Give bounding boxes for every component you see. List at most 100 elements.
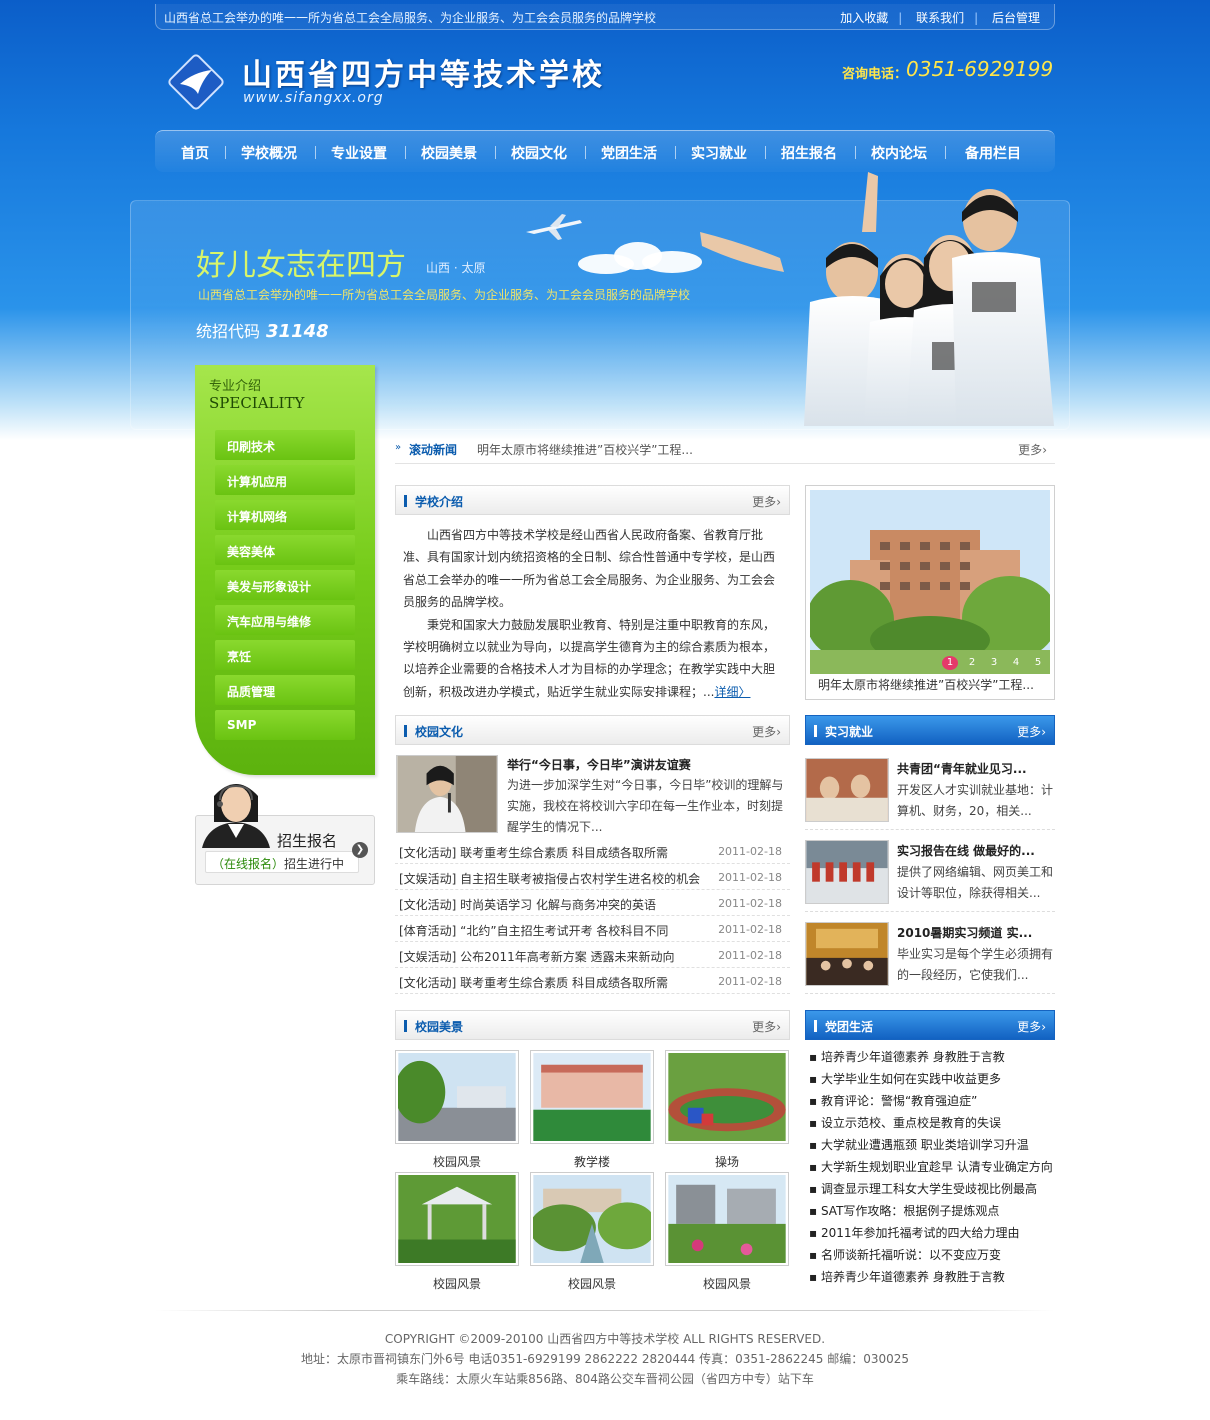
intern-photo[interactable] <box>805 840 889 904</box>
culture-header: 校园文化 更多› <box>395 715 790 745</box>
speech-photo[interactable] <box>396 755 498 833</box>
gallery-photo[interactable] <box>530 1050 654 1144</box>
intern-more-link[interactable]: 更多› <box>1017 723 1046 740</box>
intro-paragraph-1: 山西省四方中等技术学校是经山西省人民政府备案、省教育厅批准、具有国家计划内统招资… <box>403 528 776 610</box>
scenery-header: 校园美景 更多› <box>395 1010 790 1040</box>
nav-home[interactable]: 首页 <box>181 143 209 163</box>
ticker-more-link[interactable]: 更多› <box>1018 441 1047 458</box>
photo-slider: 12345 明年太原市将继续推进”百校兴学”工程... <box>805 485 1055 700</box>
nav-enroll[interactable]: 招生报名 <box>781 143 837 163</box>
speciality-item-beauty[interactable]: 美容美体 <box>215 535 355 565</box>
gallery-photo[interactable] <box>395 1172 519 1266</box>
list-item[interactable]: ▪ 2011年参加托福考试的四大给力理由 <box>809 1222 1055 1244</box>
news-row[interactable]: [文化活动] 时尚英语学习 化解与商务冲突的英语 2011-02-18 <box>395 890 790 916</box>
admin-link[interactable]: 后台管理 <box>992 11 1040 25</box>
gallery-photo[interactable] <box>665 1172 789 1266</box>
list-item[interactable]: ▪ 培养青少年道德素养 身教胜于言教 <box>809 1046 1055 1068</box>
list-item[interactable]: ▪ SAT写作攻略：根据例子提炼观点 <box>809 1200 1055 1222</box>
speciality-title-en: SPECIALITY <box>209 394 305 412</box>
list-item[interactable]: ▪ 大学就业遭遇瓶颈 职业类培训学习升温 <box>809 1134 1055 1156</box>
speciality-item-printing[interactable]: 印刷技术 <box>215 430 355 460</box>
news-row[interactable]: [文娱活动] 公布2011年高考新方案 透露未来新动向 2011-02-18 <box>395 942 790 968</box>
list-item[interactable]: ▪ 调查显示理工科女大学生受歧视比例最高 <box>809 1178 1055 1200</box>
gallery-item[interactable]: 校园风景 <box>394 1050 519 1170</box>
ticker-label: 滚动新闻 <box>409 443 458 457</box>
nav-culture[interactable]: 校园文化 <box>511 143 567 163</box>
speciality-item-smp[interactable]: SMP <box>215 710 355 740</box>
top-links: 加入收藏 | 联系我们 | 后台管理 <box>840 11 1040 25</box>
speciality-item-computer-app[interactable]: 计算机应用 <box>215 465 355 495</box>
news-row[interactable]: [体育活动] “北约”自主招生考试开考 各校科目不同 2011-02-18 <box>395 916 790 942</box>
nav-majors[interactable]: 专业设置 <box>331 143 387 163</box>
enroll-subtitle[interactable]: （在线报名）招生进行中 <box>205 851 359 873</box>
list-item[interactable]: ▪ 名师谈新托福听说：以不变应万变 <box>809 1244 1055 1266</box>
nav-internship[interactable]: 实习就业 <box>691 143 747 163</box>
speciality-item-computer-network[interactable]: 计算机网络 <box>215 500 355 530</box>
add-favorite-link[interactable]: 加入收藏 <box>840 11 888 25</box>
gallery-photo[interactable] <box>665 1050 789 1144</box>
intern-photo[interactable] <box>805 758 889 822</box>
gallery-item[interactable]: 校园风景 <box>529 1172 657 1292</box>
party-more-link[interactable]: 更多› <box>1017 1018 1046 1035</box>
news-row[interactable]: [文化活动] 联考重考生综合素质 科目成绩各取所需 2011-02-18 <box>395 838 790 864</box>
footer-copyright: COPYRIGHT ©2009-20100 山西省四方中等技术学校 ALL RI… <box>384 1332 826 1346</box>
speciality-item-cooking[interactable]: 烹饪 <box>215 640 355 670</box>
phone-number: 0351-6929199 <box>906 57 1054 81</box>
online-enroll-link[interactable]: （在线报名） <box>212 857 284 871</box>
speciality-item-auto-repair[interactable]: 汽车应用与维修 <box>215 605 355 635</box>
nav-scenery[interactable]: 校园美景 <box>421 143 477 163</box>
intro-title: 学校介绍 <box>415 495 464 509</box>
slide-3-dot[interactable]: 3 <box>986 656 1002 670</box>
intro-detail-link[interactable]: 详细〉 <box>714 685 750 699</box>
slide-1-dot[interactable]: 1 <box>942 656 958 670</box>
list-item[interactable]: ▪ 培养青少年道德素养 身教胜于言教 <box>809 1266 1055 1288</box>
scenery-title: 校园美景 <box>415 1020 464 1034</box>
school-url: www.sifangxx.org <box>243 90 384 106</box>
nav-forum[interactable]: 校内论坛 <box>871 143 927 163</box>
gallery-photo[interactable] <box>394 1050 519 1144</box>
contact-us-link[interactable]: 联系我们 <box>916 11 964 25</box>
intern-title: 实习就业 <box>825 725 874 739</box>
gallery-item[interactable]: 操场 <box>665 1050 789 1170</box>
news-row[interactable]: [文娱活动] 自主招生联考被指侵占农村学生进名校的机会 2011-02-18 <box>395 864 790 890</box>
arrow-right-icon[interactable]: ❯ <box>352 842 368 858</box>
nav-spare[interactable]: 备用栏目 <box>965 143 1021 163</box>
campus-building-photo[interactable] <box>810 490 1050 674</box>
culture-title: 校园文化 <box>415 725 464 739</box>
airplane-icon <box>526 214 582 240</box>
culture-feature-title[interactable]: 举行“今日事，今日毕”演讲友谊赛 <box>507 756 691 773</box>
party-list: ▪ 培养青少年道德素养 身教胜于言教 ▪ 大学毕业生如何在实践中收益更多 ▪ 教… <box>809 1046 1055 1288</box>
gallery-item[interactable]: 校园风景 <box>395 1172 519 1292</box>
speciality-item-hairdressing[interactable]: 美发与形象设计 <box>215 570 355 600</box>
list-item[interactable]: ▪ 教育评论：警惕“教育强迫症” <box>809 1090 1055 1112</box>
list-item[interactable]: ▪ 大学新生规划职业宜趁早 认清专业确定方向 <box>809 1156 1055 1178</box>
gallery-photo[interactable] <box>529 1172 657 1266</box>
nav-party[interactable]: 党团生活 <box>601 143 657 163</box>
gallery-item[interactable]: 校园风景 <box>665 1172 789 1292</box>
list-item[interactable]: ▪ 大学毕业生如何在实践中收益更多 <box>809 1068 1055 1090</box>
intern-header: 实习就业 更多› <box>805 715 1055 745</box>
intern-item[interactable]: 2010暑期实习频道 实... 毕业实习是每个学生必须拥有的一段经历，它使我们.… <box>805 918 1055 994</box>
speciality-item-quality[interactable]: 品质管理 <box>215 675 355 705</box>
intro-text: 山西省四方中等技术学校是经山西省人民政府备案、省教育厅批准、具有国家计划内统招资… <box>403 524 779 703</box>
school-logo-icon[interactable] <box>168 54 224 110</box>
slide-5-dot[interactable]: 5 <box>1030 656 1046 670</box>
footer-route: 乘车路线：太原火车站乘856路、804路公交车晋祠公园（省四方中专）站下车 <box>396 1372 814 1386</box>
intro-more-link[interactable]: 更多› <box>752 493 781 510</box>
list-item[interactable]: ▪ 设立示范校、重点校是教育的失误 <box>809 1112 1055 1134</box>
banner-subtitle: 山西省总工会举办的唯一一所为省总工会全局服务、为企业服务、为工会会员服务的品牌学… <box>198 288 691 302</box>
culture-more-link[interactable]: 更多› <box>752 723 781 740</box>
intern-photo[interactable] <box>805 922 889 986</box>
slide-2-dot[interactable]: 2 <box>964 656 980 670</box>
nav-about[interactable]: 学校概况 <box>241 143 297 163</box>
intern-item[interactable]: 共青团“青年就业见习... 开发区人才实训就业基地：计算机、财务，20，相关..… <box>805 754 1055 830</box>
gallery-item[interactable]: 教学楼 <box>530 1050 654 1170</box>
photo-caption[interactable]: 明年太原市将继续推进”百校兴学”工程... <box>818 676 1034 693</box>
slide-4-dot[interactable]: 4 <box>1008 656 1024 670</box>
scenery-more-link[interactable]: 更多› <box>752 1018 781 1035</box>
double-arrow-icon: » <box>395 442 402 453</box>
news-row[interactable]: [文化活动] 联考重考生综合素质 科目成绩各取所需 2011-02-18 <box>395 968 790 994</box>
ticker-text[interactable]: 明年太原市将继续推进”百校兴学”工程... <box>477 441 693 458</box>
school-name: 山西省四方中等技术学校 <box>242 58 605 93</box>
intern-item[interactable]: 实习报告在线 做最好的... 提供了网络编辑、网页美工和设计等职位，除获得相关.… <box>805 836 1055 912</box>
